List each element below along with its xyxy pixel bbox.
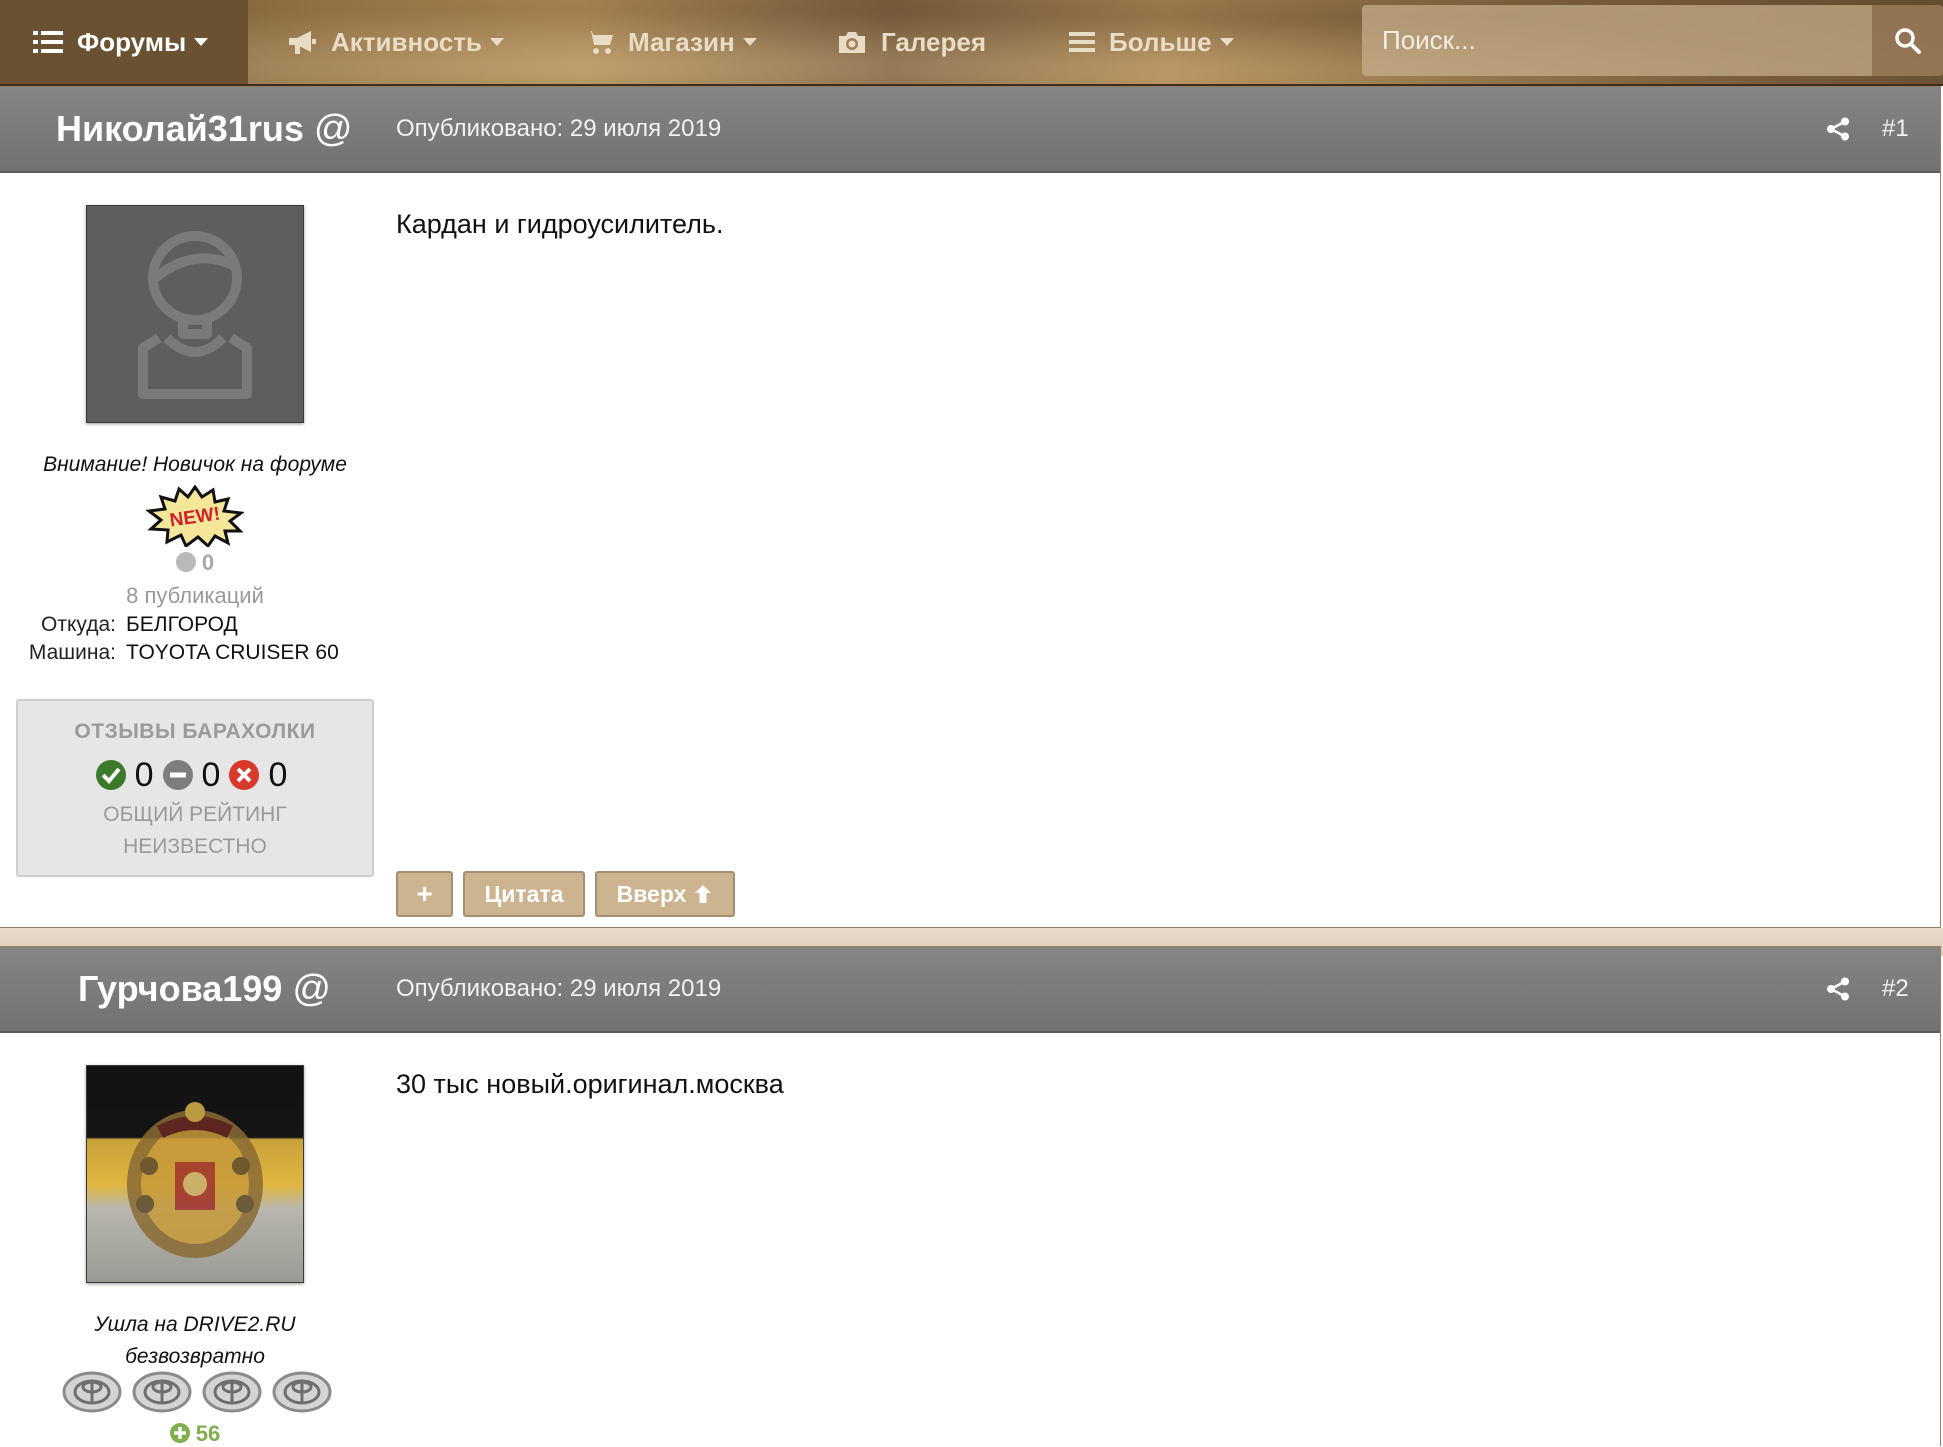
share-icon[interactable] [1826, 977, 1850, 1001]
car-row: Машина: TOYOTA CRUISER 60 [0, 641, 390, 669]
post-content: 30 тыс новый.оригинал.москва [396, 1069, 784, 1099]
post-header: Гурчова199 @ Опубликовано: 29 июля 2019 … [0, 947, 1940, 1033]
post-date: Опубликовано: 29 июля 2019 [396, 975, 722, 1002]
rank-icons [62, 1371, 332, 1413]
toyota-logo-icon [132, 1371, 192, 1413]
plus-circle-icon [169, 1423, 190, 1443]
user-title: Внимание! Новичок на форуме [43, 453, 347, 476]
nav-more[interactable]: Больше [1069, 0, 1234, 84]
nav-activity[interactable]: Активность [287, 0, 504, 84]
feedback-title: ОТЗЫВЫ БАРАХОЛКИ [74, 720, 316, 743]
rating-label: ОБЩИЙ РЕЙТИНГ [103, 803, 287, 826]
positive-feedback-icon [95, 760, 126, 790]
search-icon [1894, 27, 1921, 54]
rating-value: НЕИЗВЕСТНО [123, 835, 267, 858]
mention-button[interactable]: @ [314, 108, 353, 151]
scroll-top-button[interactable]: Вверх [595, 871, 735, 917]
nav-shop[interactable]: Магазин [586, 0, 757, 84]
post-number-link[interactable]: #1 [1882, 87, 1909, 171]
reputation-neutral-icon [175, 552, 196, 572]
author-name-label: Гурчова199 [78, 968, 283, 1009]
user-title-line1: Ушла на DRIVE2.RU [94, 1313, 296, 1336]
post-count: 8 публикаций [126, 583, 264, 608]
positive-count: 0 [134, 755, 154, 794]
nav-activity-label: Активность [331, 26, 482, 57]
search-button[interactable] [1872, 5, 1943, 76]
user-title-line2: безвозвратно [125, 1345, 265, 1368]
reputation: 0 [0, 550, 390, 576]
author-name-label: Николай31rus [56, 108, 304, 149]
nav-shop-label: Магазин [628, 26, 735, 57]
new-member-badge: NEW! [146, 485, 244, 547]
post-date: Опубликовано: 29 июля 2019 [396, 115, 722, 142]
avatar[interactable] [86, 205, 304, 423]
nav-more-label: Больше [1109, 26, 1212, 57]
toyota-logo-icon [62, 1371, 122, 1413]
top-navbar: Форумы Активность Магазин Галерея Больше [0, 0, 1943, 86]
toyota-logo-icon [202, 1371, 262, 1413]
quote-button[interactable]: Цитата [463, 871, 585, 917]
multiquote-button[interactable]: + [396, 871, 453, 917]
megaphone-icon [289, 31, 316, 54]
toyota-logo-icon [272, 1371, 332, 1413]
chevron-down-icon [1219, 38, 1234, 46]
share-icon[interactable] [1826, 117, 1850, 141]
negative-count: 0 [268, 755, 288, 794]
chevron-down-icon [194, 38, 209, 46]
menu-icon [1069, 32, 1095, 52]
chevron-down-icon [742, 38, 757, 46]
nav-forums-label: Форумы [77, 26, 187, 57]
car-value: TOYOTA CRUISER 60 [126, 641, 339, 664]
list-icon [33, 31, 63, 53]
user-title: Ушла на DRIVE2.RU безвозвратно [15, 1309, 375, 1373]
avatar[interactable] [86, 1065, 304, 1283]
nav-gallery-label: Галерея [881, 26, 987, 57]
scroll-top-label: Вверх [616, 880, 687, 907]
search-input[interactable] [1362, 5, 1872, 76]
search-field [1362, 5, 1872, 76]
reputation: 56 [0, 1421, 390, 1447]
location-value: БЕЛГОРОД [126, 613, 238, 636]
camera-icon [839, 32, 865, 53]
marketplace-feedback: ОТЗЫВЫ БАРАХОЛКИ 0 0 0 ОБЩИЙ РЕЙТИНГ НЕИ… [16, 699, 374, 877]
nav-gallery[interactable]: Галерея [837, 0, 986, 84]
mention-button[interactable]: @ [292, 968, 331, 1011]
post-header: Николай31rus @ Опубликовано: 29 июля 201… [0, 87, 1940, 173]
reputation-value: 56 [195, 1421, 221, 1446]
location-row: Откуда: БЕЛГОРОД [0, 613, 390, 641]
nav-forums[interactable]: Форумы [0, 0, 248, 84]
negative-feedback-icon [229, 760, 260, 790]
neutral-count: 0 [201, 755, 221, 794]
reputation-value: 0 [201, 550, 215, 575]
coat-of-arms-image [127, 1102, 263, 1258]
post-content: Кардан и гидроусилитель. [396, 209, 724, 239]
author-name[interactable]: Гурчова199 @ [78, 947, 331, 1031]
post-number-link[interactable]: #2 [1882, 947, 1909, 1031]
arrow-up-icon [695, 885, 712, 903]
post-2: Гурчова199 @ Опубликовано: 29 июля 2019 … [0, 946, 1941, 1446]
post-1: Николай31rus @ Опубликовано: 29 июля 201… [0, 86, 1941, 928]
neutral-feedback-icon [162, 760, 193, 790]
default-avatar-icon [138, 231, 252, 399]
cart-icon [586, 31, 613, 54]
location-label: Откуда: [41, 613, 116, 636]
author-name[interactable]: Николай31rus @ [56, 87, 352, 171]
feedback-counts: 0 0 0 [18, 753, 372, 797]
chevron-down-icon [489, 38, 504, 46]
overall-rating: ОБЩИЙ РЕЙТИНГ НЕИЗВЕСТНО [18, 799, 372, 863]
car-label: Машина: [28, 641, 116, 664]
